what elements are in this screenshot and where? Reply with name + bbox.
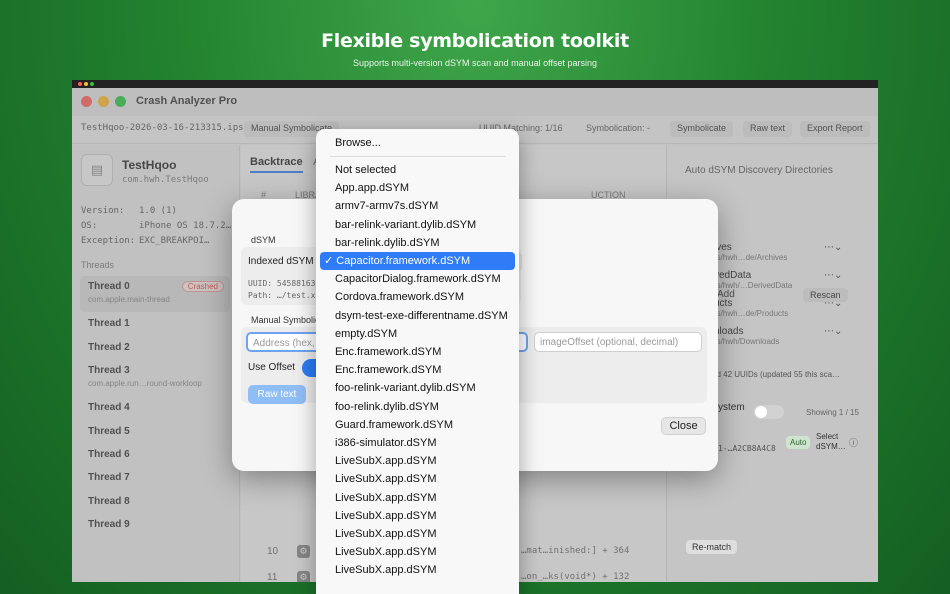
system-label: ystem bbox=[718, 402, 745, 413]
directory-item[interactable]: ives rs/hwh…de/Archives bbox=[714, 242, 787, 262]
system-toggle[interactable] bbox=[754, 405, 784, 419]
more-options-icon[interactable]: ⋯⌄ bbox=[824, 298, 842, 309]
directory-list: ives rs/hwh…de/Archives ⋯⌄ vedData rs/hw… bbox=[710, 236, 858, 370]
menu-item-dsym[interactable]: ✓ Capacitor.framework.dSYM bbox=[320, 252, 515, 270]
more-options-icon[interactable]: ⋯⌄ bbox=[824, 242, 842, 253]
showing-count: Showing 1 / 15 bbox=[806, 408, 859, 417]
menu-item-dsym[interactable]: bar-relink.dylib.dSYM bbox=[320, 234, 515, 252]
menu-item-dsym[interactable]: foo-relink.dylib.dSYM bbox=[320, 398, 515, 416]
use-offset-label: Use Offset bbox=[248, 362, 296, 373]
indexed-dsym-label: Indexed dSYM bbox=[248, 256, 314, 267]
menu-item-dsym[interactable]: LiveSubX.app.dSYM bbox=[320, 507, 515, 525]
outer-window-bar bbox=[72, 80, 878, 88]
menu-item-dsym[interactable]: LiveSubX.app.dSYM bbox=[320, 489, 515, 507]
menu-item-dsym[interactable]: Enc.framework.dSYM bbox=[320, 361, 515, 379]
menu-item-browse[interactable]: Browse... bbox=[320, 134, 515, 152]
close-button[interactable]: Close bbox=[661, 417, 706, 435]
menu-item-dsym[interactable]: LiveSubX.app.dSYM bbox=[320, 561, 515, 579]
raw-text-dialog-button[interactable]: Raw text bbox=[248, 385, 306, 404]
menu-item-dsym[interactable]: Cordova.framework.dSYM bbox=[320, 288, 515, 306]
select-dsym-button[interactable]: Select dSYM… bbox=[816, 432, 848, 452]
directory-item[interactable]: nloads rs/hwh/Downloads bbox=[714, 326, 779, 346]
menu-separator bbox=[330, 156, 506, 157]
more-options-icon[interactable]: ⋯⌄ bbox=[824, 270, 842, 281]
menu-item-dsym[interactable]: Not selected bbox=[320, 161, 515, 179]
manual-symbolicate-label: Manual Symbolic bbox=[251, 315, 320, 325]
auto-badge: Auto bbox=[786, 436, 811, 449]
uuid-short: 1-…A2CB8A4C8 bbox=[718, 444, 776, 453]
menu-item-dsym[interactable]: dsym-test-exe-differentname.dSYM bbox=[320, 307, 515, 325]
dsym-section-label: dSYM bbox=[251, 235, 276, 245]
more-options-icon[interactable]: ⋯⌄ bbox=[824, 326, 842, 337]
menu-item-dsym[interactable]: i386-simulator.dSYM bbox=[320, 434, 515, 452]
rematch-button[interactable]: Re-match bbox=[686, 540, 738, 554]
info-icon[interactable]: ⓘ bbox=[849, 436, 858, 449]
hero-subtitle: Supports multi-version dSYM scan and man… bbox=[353, 58, 597, 68]
uuid-line: UUID: 54588163-… bbox=[248, 279, 326, 288]
menu-item-dsym[interactable]: LiveSubX.app.dSYM bbox=[320, 470, 515, 488]
menu-item-dsym[interactable]: CapacitorDialog.framework.dSYM bbox=[320, 270, 515, 288]
menu-item-dsym[interactable]: LiveSubX.app.dSYM bbox=[320, 543, 515, 561]
menu-item-dsym[interactable]: LiveSubX.app.dSYM bbox=[320, 452, 515, 470]
directory-item[interactable]: ucts rs/hwh…de/Products bbox=[714, 298, 788, 318]
menu-item-dsym[interactable]: App.app.dSYM bbox=[320, 179, 515, 197]
dsym-dropdown-menu: Browse... Not selected App.app.dSYM armv7-… bbox=[316, 129, 519, 594]
hero-title: Flexible symbolication toolkit bbox=[321, 30, 629, 52]
menu-item-dsym[interactable]: Guard.framework.dSYM bbox=[320, 416, 515, 434]
menu-item-dsym[interactable]: bar-relink-variant.dylib.dSYM bbox=[320, 216, 515, 234]
menu-item-dsym[interactable]: Enc.framework.dSYM bbox=[320, 343, 515, 361]
menu-item-dsym[interactable]: armv7-armv7s.dSYM bbox=[320, 197, 515, 215]
menu-item-dsym[interactable]: LiveSubX.app.dSYM bbox=[320, 525, 515, 543]
directory-item[interactable]: vedData rs/hwh/…DerivedData bbox=[714, 270, 792, 290]
menu-item-dsym[interactable]: empty.dSYM bbox=[320, 325, 515, 343]
image-offset-input[interactable]: imageOffset (optional, decimal) bbox=[534, 332, 702, 352]
menu-item-dsym[interactable]: foo-relink-variant.dylib.dSYM bbox=[320, 379, 515, 397]
indexed-status: ed 42 UUIDs (updated 55 this sca… bbox=[712, 370, 841, 379]
